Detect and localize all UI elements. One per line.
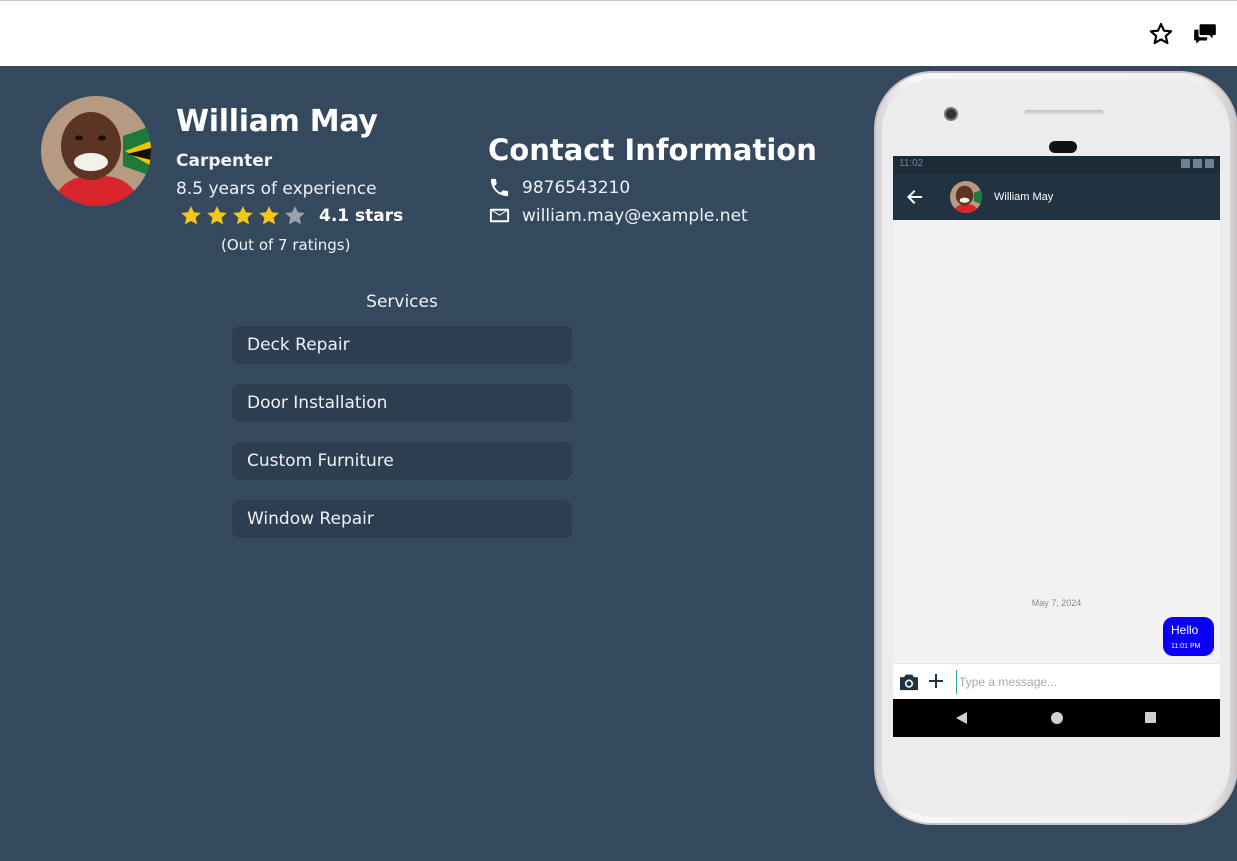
chat-bubbles-icon[interactable] [1192,21,1218,47]
status-time: 11:02 [899,158,924,169]
profile-name: William May [176,104,378,139]
star-empty-icon [285,206,305,225]
message-bubble-outgoing[interactable]: Hello 11:01 PM [1163,617,1214,656]
speaker-grille [1024,110,1104,116]
message-time: 11:01 PM [1171,643,1201,650]
plus-icon[interactable] [928,673,944,689]
star-filled-icon [233,206,253,225]
status-icons [1178,159,1214,168]
star-outline-icon[interactable] [1148,21,1174,47]
wifi-icon [1181,159,1190,168]
top-toolbar [0,0,1237,66]
nav-home-button[interactable] [1051,712,1063,724]
ratings-count: (Out of 7 ratings) [221,236,351,254]
contact-phone[interactable]: 9876543210 [488,176,630,199]
signal-icon [1193,159,1202,168]
chat-contact-avatar [950,181,982,213]
profile-profession: Carpenter [176,151,273,171]
mail-icon [489,208,510,223]
message-input[interactable] [956,670,1214,694]
chat-screen: 11:02 William May May 7, 2024 Hello 11:0… [893,156,1220,737]
chat-contact-name: William May [994,191,1054,203]
email-address: william.may@example.net [522,205,748,226]
rating-stars: 4.1 stars [179,204,403,228]
phone-icon [490,178,509,197]
services-title: Services [366,292,438,312]
chat-header: William May [893,174,1220,220]
star-filled-icon [207,206,227,225]
status-bar: 11:02 [893,156,1220,174]
service-item-window-repair[interactable]: Window Repair [232,500,572,538]
service-item-deck-repair[interactable]: Deck Repair [232,326,572,364]
rating-text: 4.1 stars [319,206,404,226]
message-text: Hello [1171,623,1199,637]
contact-title: Contact Information [488,133,817,167]
date-separator: May 7, 2024 [1031,598,1082,608]
battery-icon [1205,159,1214,168]
star-filled-icon [181,206,201,225]
star-filled-icon [259,206,279,225]
service-item-custom-furniture[interactable]: Custom Furniture [232,442,572,480]
proximity-sensor [1049,141,1077,153]
android-nav-bar [893,699,1220,737]
service-item-door-installation[interactable]: Door Installation [232,384,572,422]
camera-icon[interactable] [899,673,919,691]
contact-email[interactable]: william.may@example.net [488,204,748,227]
back-arrow-icon[interactable] [907,189,923,205]
profile-avatar [41,96,151,206]
front-camera [944,107,958,121]
profile-experience: 8.5 years of experience [176,179,377,199]
message-composer [893,663,1220,699]
nav-back-button[interactable] [956,712,967,724]
phone-number: 9876543210 [522,177,631,198]
nav-recents-button[interactable] [1145,712,1156,723]
